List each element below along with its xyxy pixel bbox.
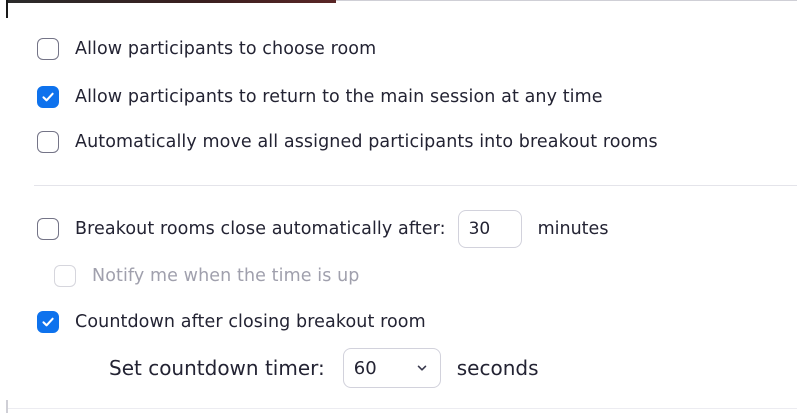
section-divider bbox=[34, 185, 797, 186]
checkmark-icon bbox=[42, 317, 54, 327]
option-countdown[interactable]: Countdown after closing breakout room bbox=[37, 311, 426, 333]
close-minutes-value: 30 bbox=[468, 219, 491, 239]
choose-room-label: Allow participants to choose room bbox=[75, 39, 377, 59]
auto-close-checkbox[interactable] bbox=[37, 218, 59, 240]
return-main-session-checkbox[interactable] bbox=[37, 86, 59, 108]
top-window-edge bbox=[6, 0, 797, 11]
countdown-checkbox[interactable] bbox=[37, 311, 59, 333]
countdown-timer-label: Set countdown timer: bbox=[109, 356, 325, 380]
bottom-edge bbox=[6, 408, 797, 409]
bottom-corner-edge bbox=[6, 400, 8, 413]
countdown-timer-select[interactable]: 60 bbox=[342, 348, 441, 388]
countdown-timer-setting: Set countdown timer: 60 seconds bbox=[109, 348, 539, 388]
countdown-label: Countdown after closing breakout room bbox=[75, 312, 426, 332]
auto-move-label: Automatically move all assigned particip… bbox=[75, 132, 658, 152]
countdown-timer-value: 60 bbox=[353, 357, 377, 379]
breakout-room-options-panel: Allow participants to choose room Allow … bbox=[0, 0, 797, 413]
close-minutes-input[interactable]: 30 bbox=[457, 210, 522, 248]
checkmark-icon bbox=[42, 92, 54, 102]
option-return-main-session[interactable]: Allow participants to return to the main… bbox=[37, 86, 603, 108]
notify-label: Notify me when the time is up bbox=[92, 266, 360, 286]
option-notify-time-up: Notify me when the time is up bbox=[54, 265, 360, 287]
chevron-down-icon bbox=[417, 365, 427, 371]
option-choose-room[interactable]: Allow participants to choose room bbox=[37, 38, 376, 60]
option-auto-move-participants[interactable]: Automatically move all assigned particip… bbox=[37, 131, 658, 153]
seconds-unit-label: seconds bbox=[456, 356, 539, 380]
auto-move-checkbox[interactable] bbox=[37, 131, 59, 153]
notify-checkbox bbox=[54, 265, 76, 287]
minutes-unit-label: minutes bbox=[537, 219, 609, 239]
option-auto-close[interactable]: Breakout rooms close automatically after… bbox=[37, 210, 608, 248]
choose-room-checkbox[interactable] bbox=[37, 38, 59, 60]
window-corner-edge bbox=[6, 0, 8, 18]
auto-close-label: Breakout rooms close automatically after… bbox=[75, 219, 446, 239]
return-main-session-label: Allow participants to return to the main… bbox=[75, 87, 603, 107]
